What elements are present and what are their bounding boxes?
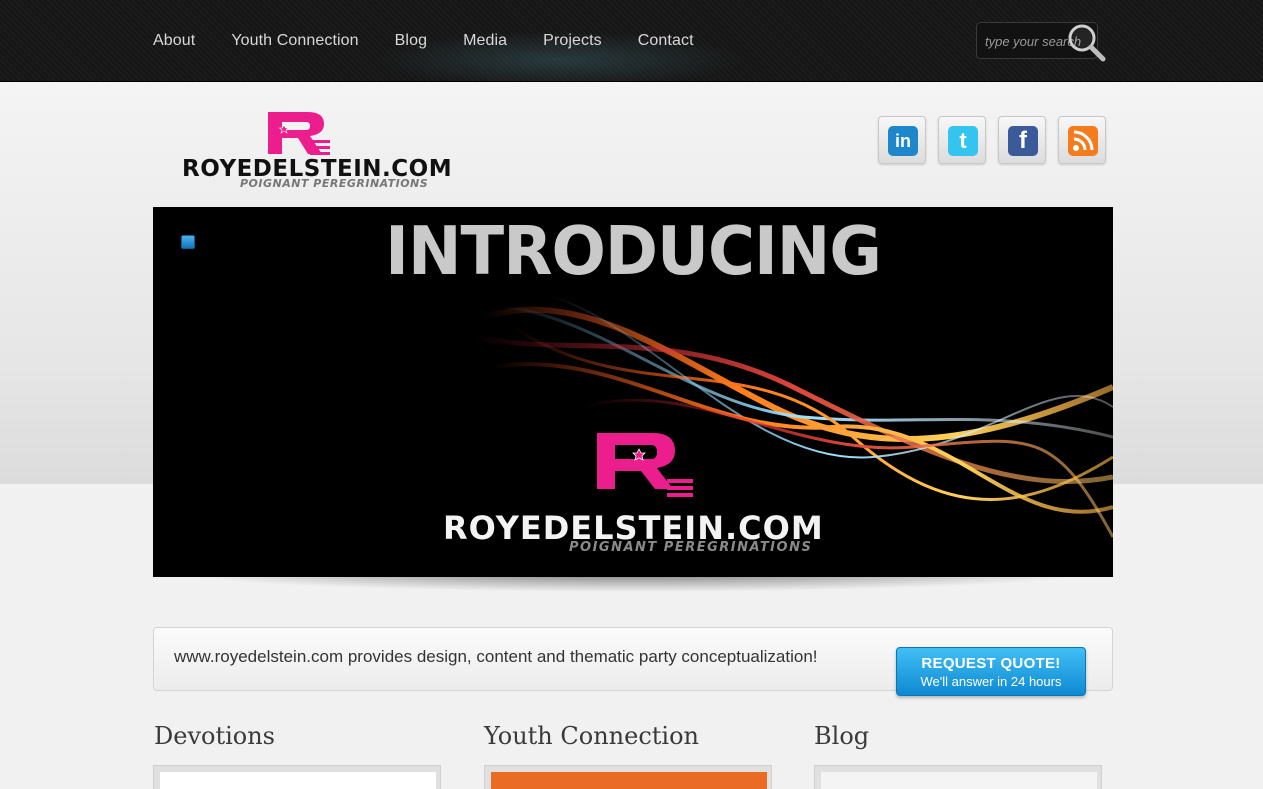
column-title-youth-connection[interactable]: Youth Connection: [484, 722, 699, 750]
intro-banner: www.royedelstein.com provides design, co…: [153, 627, 1113, 696]
slide-logo-mark-icon: [597, 433, 693, 497]
nav-item-about[interactable]: About: [153, 32, 195, 50]
twitter-button[interactable]: t: [938, 116, 986, 164]
devotions-thumbnail-image: [160, 772, 436, 789]
blog-thumbnail[interactable]: [814, 765, 1102, 789]
main-nav: About Youth Connection Blog Media Projec…: [153, 32, 730, 50]
devotions-thumbnail[interactable]: [153, 765, 441, 789]
twitter-icon: t: [948, 126, 978, 156]
column-title-blog[interactable]: Blog: [814, 722, 869, 750]
rss-icon: [1068, 126, 1098, 156]
request-quote-button[interactable]: REQUEST QUOTE! We'll answer in 24 hours: [896, 647, 1086, 696]
request-quote-subtitle: We'll answer in 24 hours: [920, 674, 1062, 689]
blog-thumbnail-image: [821, 772, 1097, 789]
linkedin-icon: in: [888, 126, 918, 156]
facebook-button[interactable]: f: [998, 116, 1046, 164]
nav-item-blog[interactable]: Blog: [395, 32, 427, 50]
site-logo[interactable]: ROYEDELSTEIN.COM POIGNANT PEREGRINATIONS: [180, 110, 452, 194]
nav-item-media[interactable]: Media: [463, 32, 507, 50]
youth-connection-thumbnail-image: [491, 772, 767, 789]
search-icon[interactable]: [1064, 20, 1108, 64]
column-title-devotions[interactable]: Devotions: [154, 722, 275, 750]
nav-item-projects[interactable]: Projects: [543, 32, 602, 50]
logo-tagline: POIGNANT PEREGRINATIONS: [240, 177, 429, 190]
facebook-icon: f: [1008, 126, 1038, 156]
youth-connection-thumbnail[interactable]: [484, 765, 772, 789]
request-quote-title: REQUEST QUOTE!: [921, 655, 1061, 672]
top-nav-bar: About Youth Connection Blog Media Projec…: [0, 0, 1263, 82]
slide-tagline: POIGNANT PEREGRINATIONS: [569, 540, 813, 555]
linkedin-button[interactable]: in: [878, 116, 926, 164]
nav-item-youth-connection[interactable]: Youth Connection: [231, 32, 358, 50]
slider-pager-dot[interactable]: [181, 235, 195, 249]
intro-text: www.royedelstein.com provides design, co…: [174, 647, 818, 666]
slide-heading: INTRODUCING: [385, 213, 882, 291]
nav-item-contact[interactable]: Contact: [638, 32, 694, 50]
logo-mark-icon: [268, 112, 330, 155]
rss-button[interactable]: [1058, 116, 1106, 164]
hero-slider[interactable]: INTRODUCING ROYEDELSTEIN.COM POIGNANT PE…: [153, 207, 1113, 577]
